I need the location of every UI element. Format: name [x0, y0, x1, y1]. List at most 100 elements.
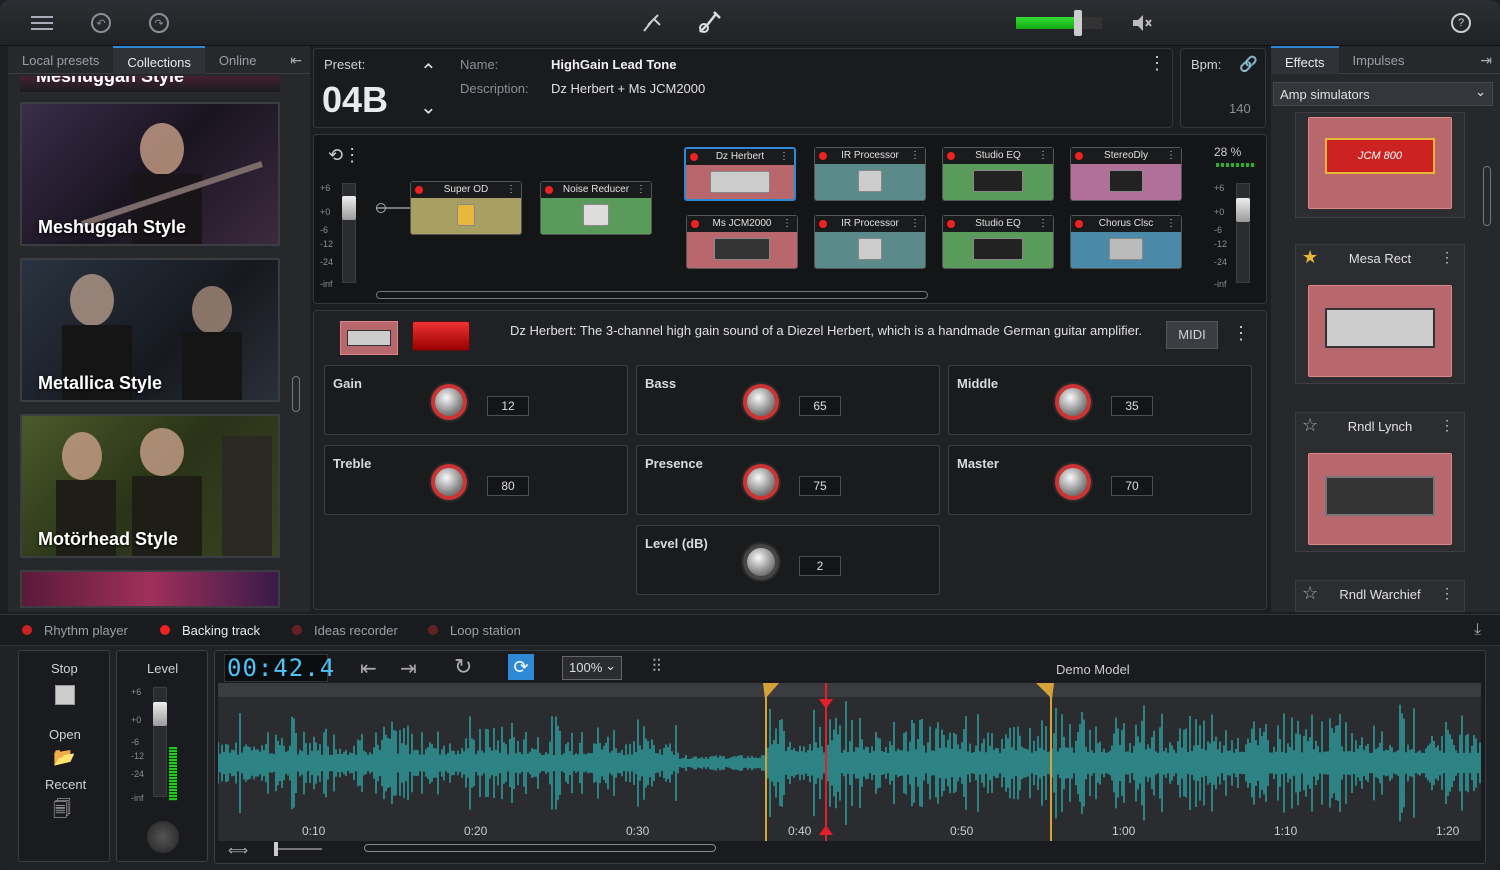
amp-card-jcm800[interactable]: JCM 800: [1295, 112, 1465, 218]
amp-power-button[interactable]: [412, 321, 470, 351]
output-gain-slider[interactable]: [1236, 183, 1250, 283]
amp-name: Mesa Rect: [1348, 251, 1412, 266]
preset-header: Preset: 04B ⌃ ⌃ Name: Description: HighG…: [313, 48, 1173, 128]
input-gain-slider[interactable]: [342, 183, 356, 283]
gain-knob[interactable]: [431, 384, 467, 420]
master-volume-slider[interactable]: [1016, 10, 1102, 36]
knob-value[interactable]: 12: [487, 396, 529, 416]
skip-to-end-icon[interactable]: ⇥: [400, 656, 417, 681]
link-icon[interactable]: 🔗: [1239, 55, 1258, 73]
presence-knob[interactable]: [743, 464, 779, 500]
amp-thumbnail[interactable]: [340, 321, 398, 355]
level-knob[interactable]: [743, 544, 779, 580]
effect-label: IR Processor: [841, 218, 899, 229]
collapse-bottom-icon[interactable]: ⤓: [1474, 621, 1481, 639]
track-level-slider[interactable]: [153, 687, 167, 797]
effect-noise-reducer[interactable]: Noise Reducer ⋮: [540, 181, 652, 235]
name-label: Name:: [460, 57, 499, 72]
knob-value[interactable]: 35: [1111, 396, 1153, 416]
middle-knob[interactable]: [1055, 384, 1091, 420]
mute-icon[interactable]: [1128, 9, 1156, 37]
midi-button[interactable]: MIDI: [1166, 321, 1218, 349]
preset-menu-icon[interactable]: ⋮: [1148, 53, 1166, 74]
tab-backing-track[interactable]: Backing track: [160, 623, 260, 638]
knob-value[interactable]: 75: [799, 476, 841, 496]
collection-card[interactable]: Motörhead Style: [20, 414, 280, 558]
tab-impulses[interactable]: Impulses: [1339, 46, 1419, 74]
master-knob[interactable]: [1055, 464, 1091, 500]
chain-settings-icon[interactable]: ⟲⋮: [328, 145, 361, 166]
right-scrollbar[interactable]: [1483, 166, 1491, 226]
amp-card-rndl-lynch[interactable]: ☆ Rndl Lynch ⋮: [1295, 412, 1465, 552]
skip-to-start-icon[interactable]: ⇤: [360, 656, 377, 681]
zoom-slider[interactable]: [274, 842, 322, 856]
knob-value[interactable]: 65: [799, 396, 841, 416]
knob-value[interactable]: 70: [1111, 476, 1153, 496]
tab-effects[interactable]: Effects: [1271, 46, 1339, 74]
help-icon[interactable]: ?: [1447, 9, 1475, 37]
tab-rhythm-player[interactable]: Rhythm player: [22, 623, 128, 638]
collection-card[interactable]: Metallica Style: [20, 258, 280, 402]
zoom-fit-icon[interactable]: ⟺: [228, 842, 248, 859]
tab-loop-station[interactable]: Loop station: [428, 623, 521, 638]
tuner-icon[interactable]: [638, 9, 666, 37]
effect-super-od[interactable]: Super OD ⋮: [410, 181, 522, 235]
zoom-select[interactable]: 100% ⌄: [562, 656, 622, 680]
amp-menu-icon[interactable]: ⋮: [1440, 249, 1454, 266]
effect-dz-herbert[interactable]: Dz Herbert ⋮: [684, 147, 796, 201]
timeline-label: 1:20: [1436, 824, 1460, 838]
waveform-scrollbar[interactable]: [364, 844, 716, 852]
amp-menu-icon[interactable]: ⋮: [1232, 323, 1250, 344]
tab-ideas-recorder[interactable]: Ideas recorder: [292, 623, 398, 638]
collapse-right-icon[interactable]: ⇥: [1472, 46, 1500, 73]
knob-label: Level (dB): [645, 536, 708, 551]
pan-knob[interactable]: [147, 821, 179, 853]
bass-knob[interactable]: [743, 384, 779, 420]
preset-description[interactable]: Dz Herbert + Ms JCM2000: [551, 81, 705, 96]
amp-card-mesa-rect[interactable]: ★ Mesa Rect ⋮: [1295, 244, 1465, 384]
knob-value[interactable]: 2: [799, 556, 841, 576]
effect-label: Studio EQ: [975, 218, 1021, 229]
effect-stereodly[interactable]: StereoDly ⋮: [1070, 147, 1182, 201]
redo-icon[interactable]: ↷: [145, 9, 173, 37]
knob-value[interactable]: 80: [487, 476, 529, 496]
amp-menu-icon[interactable]: ⋮: [1440, 417, 1454, 434]
knob-label: Bass: [645, 376, 677, 391]
effect-studio-eq-2[interactable]: Studio EQ ⋮: [942, 215, 1054, 269]
hamburger-icon[interactable]: [28, 9, 56, 37]
stop-button[interactable]: [55, 685, 75, 705]
loop-icon[interactable]: ↻: [454, 654, 472, 680]
collection-card-partial[interactable]: Meshuggah Style: [20, 76, 280, 92]
tab-collections[interactable]: Collections: [113, 46, 205, 74]
effect-ir-processor[interactable]: IR Processor ⋮: [814, 147, 926, 201]
collapse-left-icon[interactable]: ⇤: [282, 46, 310, 73]
guitar-icon[interactable]: [695, 9, 723, 37]
chevron-down-icon[interactable]: ⌃: [420, 93, 437, 118]
preset-browser: Local presets Collections Online ⇤ Meshu…: [8, 46, 310, 612]
sync-icon[interactable]: ⟳: [508, 654, 534, 680]
effect-ir-processor-2[interactable]: IR Processor ⋮: [814, 215, 926, 269]
recent-files-icon[interactable]: 🗐: [53, 797, 71, 827]
amp-card-rndl-warchief[interactable]: ☆ Rndl Warchief ⋮: [1295, 580, 1465, 612]
amp-menu-icon[interactable]: ⋮: [1440, 585, 1454, 602]
tab-label: Rhythm player: [44, 623, 128, 638]
effect-ms-jcm2000[interactable]: Ms JCM2000 ⋮: [686, 215, 798, 269]
bpm-value[interactable]: 140: [1229, 101, 1251, 116]
undo-icon[interactable]: ↶: [87, 9, 115, 37]
effect-chorus-clsc[interactable]: Chorus Clsc ⋮: [1070, 215, 1182, 269]
effect-studio-eq[interactable]: Studio EQ ⋮: [942, 147, 1054, 201]
open-label: Open: [49, 727, 81, 742]
collection-card-partial[interactable]: [20, 570, 280, 608]
treble-knob[interactable]: [431, 464, 467, 500]
chevron-up-icon[interactable]: ⌃: [420, 59, 437, 84]
collection-card[interactable]: Meshuggah Style: [20, 102, 280, 246]
left-scrollbar[interactable]: [292, 376, 300, 412]
tab-online[interactable]: Online: [205, 46, 271, 74]
category-dropdown[interactable]: Amp simulators ⌄: [1273, 82, 1493, 106]
timeline-label: 0:30: [626, 824, 650, 838]
preset-name[interactable]: HighGain Lead Tone: [551, 57, 676, 72]
mixer-icon[interactable]: ⫶⫶: [652, 656, 661, 677]
chain-scrollbar[interactable]: [376, 291, 928, 299]
tab-local-presets[interactable]: Local presets: [8, 46, 113, 74]
open-folder-icon[interactable]: 📂: [53, 747, 75, 768]
